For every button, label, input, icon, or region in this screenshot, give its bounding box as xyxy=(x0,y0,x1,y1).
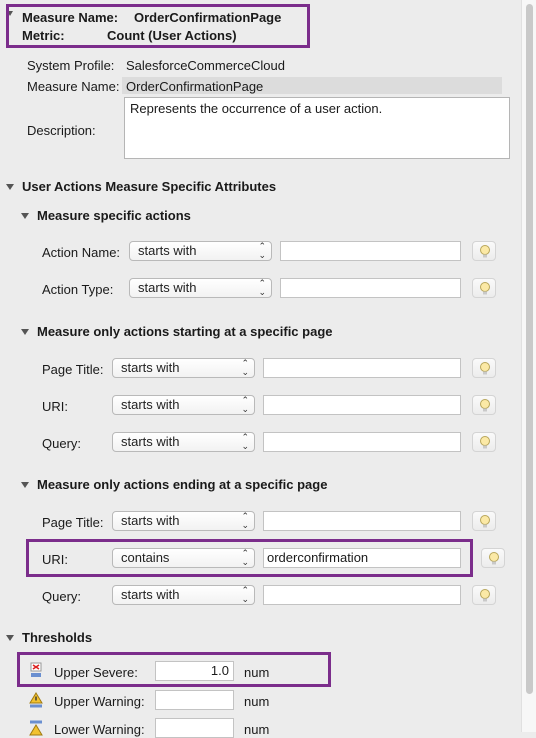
upper-warning-label: Upper Warning: xyxy=(54,694,145,709)
section-main-title: User Actions Measure Specific Attributes xyxy=(22,179,277,194)
start-query-label: Query: xyxy=(42,436,82,451)
start-uri-operator-select[interactable]: starts with ⌃ ⌄ xyxy=(112,395,255,415)
lightbulb-icon xyxy=(480,436,490,449)
thresholds-title: Thresholds xyxy=(22,630,93,645)
lightbulb-icon xyxy=(480,589,490,602)
end-page-title-hint-button[interactable] xyxy=(472,511,496,531)
section-main-chevron-down-icon[interactable] xyxy=(6,184,14,190)
upper-warning-unit: num xyxy=(244,694,270,709)
updown-arrows-icon: ⌃ ⌄ xyxy=(241,432,249,451)
end-page-title-input[interactable] xyxy=(263,511,461,531)
group-actions-chevron-down-icon[interactable] xyxy=(21,213,29,219)
scrollbar-thumb[interactable] xyxy=(526,4,533,694)
action-type-label: Action Type: xyxy=(42,282,114,297)
measure-name-label: Measure Name: xyxy=(27,79,120,94)
action-type-operator-value: starts with xyxy=(138,280,197,295)
group-end-chevron-down-icon[interactable] xyxy=(21,482,29,488)
start-uri-input[interactable] xyxy=(263,395,461,415)
start-page-title-hint-button[interactable] xyxy=(472,358,496,378)
end-page-title-label: Page Title: xyxy=(42,515,104,530)
start-page-title-operator-value: starts with xyxy=(121,360,180,375)
end-query-input[interactable] xyxy=(263,585,461,605)
system-profile-value: SalesforceCommerceCloud xyxy=(126,58,285,73)
end-page-title-operator-select[interactable]: starts with ⌃ ⌄ xyxy=(112,511,255,531)
group-start-chevron-down-icon[interactable] xyxy=(21,329,29,335)
start-page-title-input[interactable] xyxy=(263,358,461,378)
action-type-operator-select[interactable]: starts with ⌃ ⌄ xyxy=(129,278,272,298)
lower-warning-unit: num xyxy=(244,722,270,737)
end-query-hint-button[interactable] xyxy=(472,585,496,605)
warning-icon xyxy=(29,692,43,708)
action-name-hint-button[interactable] xyxy=(472,241,496,261)
group-start-title: Measure only actions starting at a speci… xyxy=(37,324,333,339)
lightbulb-icon xyxy=(489,552,499,565)
start-uri-operator-value: starts with xyxy=(121,397,180,412)
lightbulb-icon xyxy=(480,245,490,258)
group-actions-title: Measure specific actions xyxy=(37,208,191,223)
action-type-hint-button[interactable] xyxy=(472,278,496,298)
start-query-operator-value: starts with xyxy=(121,434,180,449)
start-page-title-label: Page Title: xyxy=(42,362,104,377)
group-end-title: Measure only actions ending at a specifi… xyxy=(37,477,328,492)
action-name-operator-select[interactable]: starts with ⌃ ⌄ xyxy=(129,241,272,261)
upper-severe-highlight xyxy=(17,652,331,687)
updown-arrows-icon: ⌃ ⌄ xyxy=(258,241,266,260)
updown-arrows-icon: ⌃ ⌄ xyxy=(241,585,249,604)
updown-arrows-icon: ⌃ ⌄ xyxy=(258,278,266,297)
updown-arrows-icon: ⌃ ⌄ xyxy=(241,511,249,530)
header-highlight xyxy=(6,4,310,48)
description-text: Represents the occurrence of a user acti… xyxy=(130,101,383,116)
upper-warning-input[interactable] xyxy=(155,690,234,710)
start-uri-label: URI: xyxy=(42,399,68,414)
thresholds-chevron-down-icon[interactable] xyxy=(6,635,14,641)
vertical-scrollbar[interactable] xyxy=(521,0,536,732)
start-query-hint-button[interactable] xyxy=(472,432,496,452)
measure-name-value: OrderConfirmationPage xyxy=(126,79,264,94)
end-query-label: Query: xyxy=(42,589,82,604)
action-type-input[interactable] xyxy=(280,278,461,298)
action-name-label: Action Name: xyxy=(42,245,121,260)
start-query-operator-select[interactable]: starts with ⌃ ⌄ xyxy=(112,432,255,452)
action-name-input[interactable] xyxy=(280,241,461,261)
start-query-input[interactable] xyxy=(263,432,461,452)
lower-warning-icon xyxy=(29,720,43,736)
updown-arrows-icon: ⌃ ⌄ xyxy=(241,395,249,414)
end-query-operator-select[interactable]: starts with ⌃ ⌄ xyxy=(112,585,255,605)
lower-warning-label: Lower Warning: xyxy=(54,722,145,737)
lightbulb-icon xyxy=(480,362,490,375)
system-profile-label: System Profile: xyxy=(27,58,115,73)
end-query-operator-value: starts with xyxy=(121,587,180,602)
updown-arrows-icon: ⌃ ⌄ xyxy=(241,358,249,377)
lightbulb-icon xyxy=(480,282,490,295)
description-textarea[interactable]: Represents the occurrence of a user acti… xyxy=(124,97,510,159)
lower-warning-input[interactable] xyxy=(155,718,234,738)
action-name-operator-value: starts with xyxy=(138,243,197,258)
end-uri-highlight xyxy=(26,539,473,577)
start-page-title-operator-select[interactable]: starts with ⌃ ⌄ xyxy=(112,358,255,378)
end-uri-hint-button[interactable] xyxy=(481,548,505,568)
description-label: Description: xyxy=(27,123,96,138)
lightbulb-icon xyxy=(480,399,490,412)
start-uri-hint-button[interactable] xyxy=(472,395,496,415)
lightbulb-icon xyxy=(480,515,490,528)
end-page-title-operator-value: starts with xyxy=(121,513,180,528)
